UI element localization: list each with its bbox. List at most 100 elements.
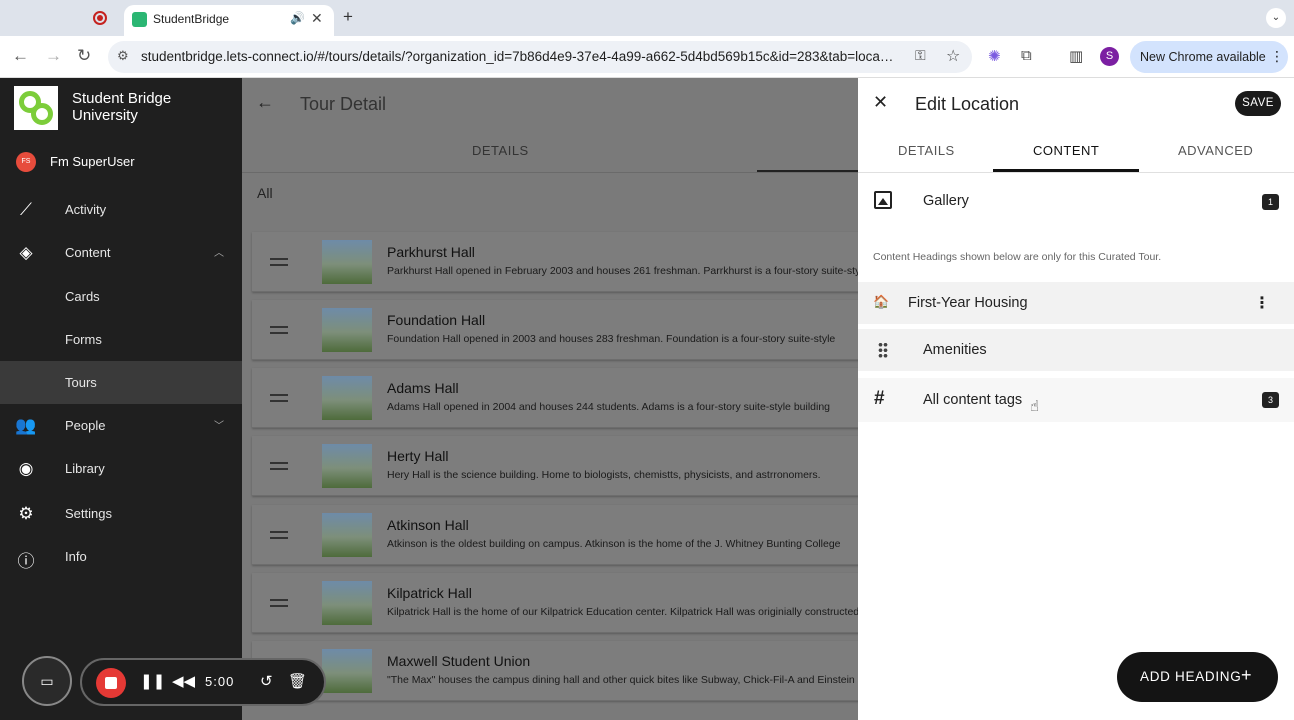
screen-recorder-controls: ▭ ❚❚ ◀◀ 5:00 ↺ 🗑	[22, 654, 328, 714]
sidebar-item-people[interactable]: 👥 People ﹀	[0, 404, 242, 447]
rewind-icon[interactable]: ◀◀	[172, 672, 195, 690]
studentbridge-favicon-icon	[132, 12, 147, 27]
content-heading-row[interactable]: 🏠 First-Year Housing ⋮	[858, 282, 1294, 324]
drag-handle-icon[interactable]	[270, 462, 288, 470]
location-name: Foundation Hall	[387, 312, 486, 328]
location-thumbnail	[322, 444, 372, 488]
filter-label[interactable]: All	[257, 185, 273, 201]
pause-icon[interactable]: ❚❚	[140, 672, 165, 690]
drag-handle-icon[interactable]	[270, 531, 288, 539]
user-name[interactable]: Fm SuperUser	[50, 154, 135, 169]
update-label: New Chrome available	[1140, 50, 1266, 64]
location-row[interactable]: Maxwell Student Union "The Max" houses t…	[252, 641, 858, 701]
gallery-row[interactable]: Gallery 1	[858, 179, 1294, 225]
layers-icon: ◈	[19, 243, 33, 262]
drag-handle-icon[interactable]	[270, 326, 288, 334]
sidebar-item-activity[interactable]: ⟋ Activity	[0, 188, 242, 231]
tab-details[interactable]: DETAILS	[472, 143, 529, 158]
subheading-label: Amenities	[923, 342, 987, 358]
location-row[interactable]: Parkhurst Hall Parkhurst Hall opened in …	[252, 232, 858, 292]
tab-search-button[interactable]: ⌄	[1266, 8, 1286, 28]
location-name: Maxwell Student Union	[387, 653, 531, 669]
sidebar-item-info[interactable]: ⓘ Info	[0, 535, 242, 578]
close-icon[interactable]: ✕	[873, 92, 888, 113]
browser-tab[interactable]: StudentBridge 🔊 ✕	[124, 5, 334, 36]
restart-icon[interactable]: ↺	[260, 672, 273, 690]
location-thumbnail	[322, 513, 372, 557]
location-thumbnail	[322, 240, 372, 284]
tags-count-badge: 3	[1262, 392, 1279, 408]
tour-detail-main: ← Tour Detail DETAILS All Parkhurst Hall…	[242, 78, 858, 720]
tab-title: StudentBridge	[153, 12, 230, 26]
location-row[interactable]: Kilpatrick Hall Kilpatrick Hall is the h…	[252, 573, 858, 633]
sidebar-item-settings[interactable]: ⚙ Settings	[0, 492, 242, 535]
user-avatar[interactable]: FS	[16, 152, 36, 172]
info-icon: ⓘ	[17, 552, 35, 571]
location-description: Kilpatrick Hall is the home of our Kilpa…	[387, 606, 858, 618]
drag-handle-icon[interactable]	[270, 394, 288, 402]
sidebar-item-content[interactable]: ◈ Content ︿	[0, 231, 242, 274]
location-row[interactable]: Herty Hall Hery Hall is the science buil…	[252, 436, 858, 496]
add-heading-button[interactable]: ADD HEADING +	[1117, 652, 1278, 702]
address-bar[interactable]: ⚙ studentbridge.lets-connect.io/#/tours/…	[108, 41, 972, 73]
sidebar-item-tours[interactable]: Tours	[0, 361, 242, 404]
password-key-icon[interactable]: ⚿	[915, 47, 926, 64]
location-row[interactable]: Atkinson Hall Atkinson is the oldest bui…	[252, 505, 858, 565]
location-description: Adams Hall opened in 2004 and houses 244…	[387, 401, 831, 413]
kebab-menu-icon[interactable]: ⋮	[1270, 48, 1284, 65]
gallery-label: Gallery	[923, 193, 969, 209]
back-arrow-icon[interactable]: ←	[256, 92, 274, 113]
camera-icon[interactable]: ▭	[22, 656, 72, 706]
location-row[interactable]: Foundation Hall Foundation Hall opened i…	[252, 300, 858, 360]
hashtag-icon: #	[874, 388, 885, 409]
recording-indicator-icon	[93, 11, 107, 25]
tab-divider	[242, 172, 858, 173]
more-options-icon[interactable]: ⋮	[1254, 293, 1270, 313]
heading-label: First-Year Housing	[908, 295, 1028, 311]
gallery-count-badge: 1	[1262, 194, 1279, 210]
site-info-icon[interactable]: ⚙	[117, 48, 129, 64]
sidebar-item-library[interactable]: ◉ Library	[0, 447, 242, 490]
speaker-icon[interactable]: 🔊	[290, 11, 305, 25]
save-button[interactable]: SAVE	[1235, 91, 1281, 116]
new-tab-button[interactable]: +	[343, 7, 353, 27]
drag-handle-icon[interactable]	[270, 258, 288, 266]
forward-arrow-icon[interactable]: →	[45, 46, 62, 66]
content-subheading-row[interactable]: Amenities	[858, 329, 1294, 371]
bookmark-star-icon[interactable]: ☆	[946, 46, 960, 66]
extension-icon[interactable]: ✺	[988, 47, 1001, 65]
house-icon: 🏠	[873, 294, 890, 309]
new-chrome-available-button[interactable]: New Chrome available ⋮	[1130, 41, 1288, 73]
edit-location-panel: ✕ Edit Location SAVE DETAILS CONTENT ADV…	[858, 78, 1294, 720]
profile-avatar[interactable]: S	[1100, 47, 1119, 66]
tab-advanced[interactable]: ADVANCED	[1178, 143, 1253, 158]
sidebar-item-forms[interactable]: Forms	[0, 318, 242, 361]
drag-handle-icon[interactable]	[878, 342, 888, 358]
location-row[interactable]: Adams Hall Adams Hall opened in 2004 and…	[252, 368, 858, 428]
location-thumbnail	[322, 581, 372, 625]
trash-icon[interactable]: 🗑	[288, 672, 307, 690]
reload-icon[interactable]: ↻	[77, 46, 91, 66]
chevron-down-icon: ﹀	[214, 421, 224, 432]
stop-recording-button[interactable]	[96, 668, 126, 698]
location-name: Parkhurst Hall	[387, 244, 475, 260]
drag-handle-icon[interactable]	[270, 599, 288, 607]
side-panel-icon[interactable]: ▥	[1069, 47, 1083, 65]
sidebar-item-cards[interactable]: Cards	[0, 275, 242, 318]
location-description: Atkinson is the oldest building on campu…	[387, 538, 841, 550]
puzzle-extensions-icon[interactable]: ⧉	[1021, 47, 1032, 64]
back-arrow-icon[interactable]: ←	[12, 46, 29, 66]
tab-content[interactable]: CONTENT	[1033, 143, 1099, 158]
activity-icon: ⟋	[20, 200, 32, 219]
recorder-bar: ❚❚ ◀◀ 5:00 ↺ 🗑	[80, 658, 326, 706]
image-gallery-icon	[874, 191, 892, 209]
location-name: Atkinson Hall	[387, 517, 469, 533]
close-tab-icon[interactable]: ✕	[311, 10, 323, 27]
compass-icon: ◉	[18, 459, 34, 478]
hand-cursor-icon: ☝	[1030, 398, 1040, 415]
people-icon: 👥	[15, 416, 37, 435]
gear-icon: ⚙	[18, 504, 34, 523]
recording-time: 5:00	[205, 674, 235, 689]
all-content-tags-row[interactable]: # All content tags ☝ 3	[858, 378, 1294, 422]
tab-details[interactable]: DETAILS	[898, 143, 955, 158]
